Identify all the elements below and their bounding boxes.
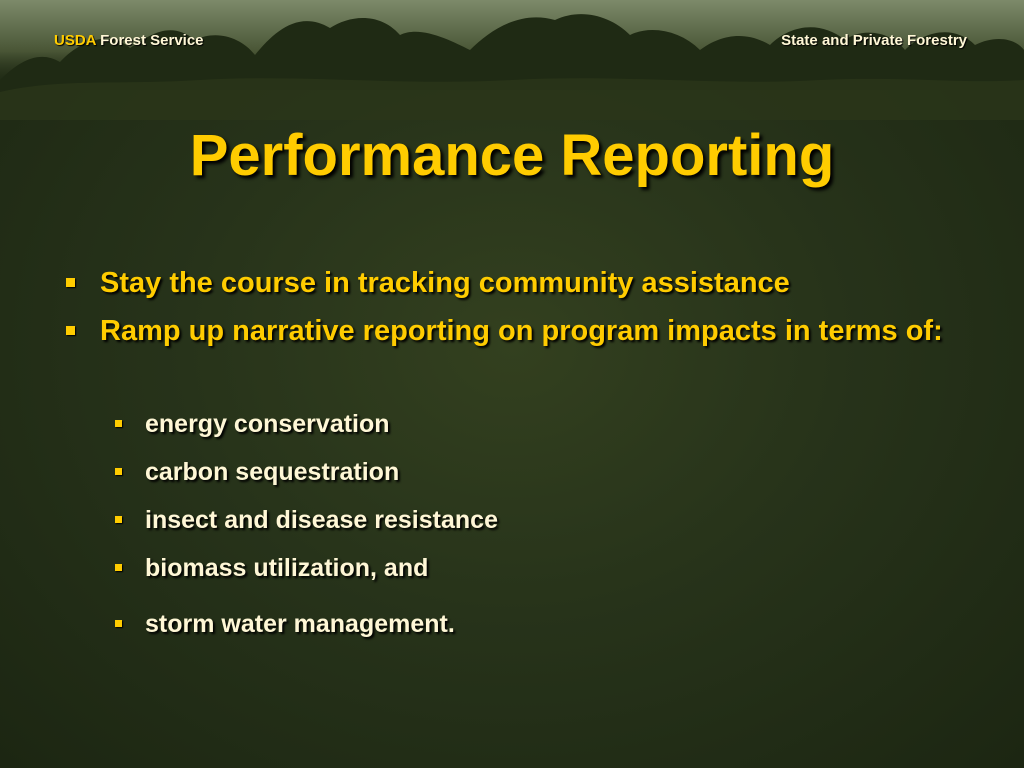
- sub-bullet-text: carbon sequestration: [145, 458, 400, 486]
- bullet-item: Stay the course in tracking community as…: [62, 262, 982, 304]
- sub-bullet-item: storm water management.: [112, 600, 498, 648]
- header-program: State and Private Forestry: [781, 32, 967, 49]
- slide-title: Performance Reporting: [189, 123, 835, 188]
- header-agency: USDA Forest Service: [54, 32, 204, 49]
- sub-bullet-text: insect and disease resistance: [145, 506, 498, 534]
- bullet-text: Stay the course in tracking community as…: [100, 267, 790, 299]
- bullet-text: Ramp up narrative reporting on program i…: [100, 315, 943, 347]
- sub-bullet-list: energy conservation carbon sequestration…: [112, 400, 498, 648]
- sub-bullet-text: biomass utilization, and: [145, 554, 429, 582]
- treeline-banner: [0, 0, 1024, 120]
- bullet-item: Ramp up narrative reporting on program i…: [62, 310, 982, 352]
- square-bullet-icon: [115, 516, 122, 523]
- sub-bullet-text: storm water management.: [145, 610, 455, 638]
- square-bullet-icon: [66, 326, 75, 335]
- usda-label: USDA: [54, 32, 96, 49]
- sub-bullet-item: carbon sequestration: [112, 448, 498, 496]
- square-bullet-icon: [115, 620, 122, 627]
- sub-bullet-text: energy conservation: [145, 410, 390, 438]
- square-bullet-icon: [66, 278, 75, 287]
- sub-bullet-item: insect and disease resistance: [112, 496, 498, 544]
- main-bullet-list: Stay the course in tracking community as…: [62, 262, 982, 358]
- square-bullet-icon: [115, 468, 122, 475]
- square-bullet-icon: [115, 420, 122, 427]
- sub-bullet-item: energy conservation: [112, 400, 498, 448]
- sub-bullet-item: biomass utilization, and: [112, 544, 498, 592]
- forest-service-label: Forest Service: [100, 32, 204, 49]
- square-bullet-icon: [115, 564, 122, 571]
